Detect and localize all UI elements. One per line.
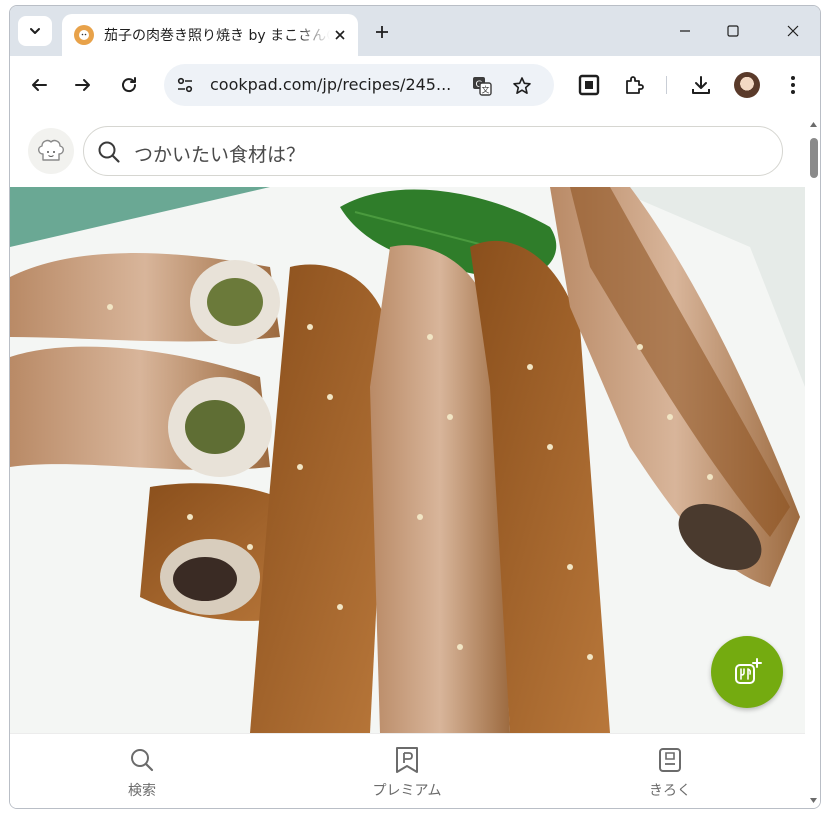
- download-icon[interactable]: [688, 72, 714, 98]
- tab-title: 茄子の肉巻き照り焼き by まこさん😊: [104, 28, 330, 44]
- page-content: つかいたい食材は？ 検索 プレミアム きろく: [10, 114, 805, 808]
- back-button[interactable]: [24, 70, 54, 100]
- site-header: つかいたい食材は？: [10, 114, 805, 186]
- add-recipe-button[interactable]: [711, 636, 783, 708]
- page-scrollbar[interactable]: [806, 114, 820, 808]
- chevron-down-icon: [30, 28, 40, 34]
- tab-active[interactable]: 茄子の肉巻き照り焼き by まこさん😊: [62, 14, 358, 56]
- scroll-up-icon[interactable]: [809, 120, 818, 129]
- nav-item-premium[interactable]: プレミアム: [347, 746, 467, 802]
- window-close-button[interactable]: [782, 20, 804, 42]
- url-text: cookpad.com/jp/recipes/245...: [210, 75, 452, 94]
- qr-code-icon[interactable]: [576, 72, 602, 98]
- search-input[interactable]: つかいたい食材は？: [83, 126, 783, 176]
- more-menu-icon[interactable]: [780, 72, 806, 98]
- close-icon: [787, 25, 799, 37]
- bottom-navigation: 検索 プレミアム きろく: [10, 733, 805, 808]
- reload-button[interactable]: [114, 70, 144, 100]
- search-placeholder: つかいたい食材は？: [134, 144, 306, 166]
- record-icon: [656, 746, 684, 774]
- translate-icon[interactable]: G文: [470, 74, 494, 98]
- search-icon: [128, 746, 156, 774]
- nav-item-record[interactable]: きろく: [610, 746, 730, 802]
- cookpad-logo[interactable]: [28, 128, 74, 174]
- chef-hat-icon: [38, 139, 64, 161]
- tab-close-icon[interactable]: [330, 25, 350, 45]
- premium-icon: [393, 746, 421, 774]
- scroll-down-icon[interactable]: [809, 796, 818, 805]
- maximize-icon: [727, 25, 739, 37]
- address-bar[interactable]: cookpad.com/jp/recipes/245... G文: [164, 64, 554, 106]
- recipe-photo[interactable]: [10, 187, 805, 733]
- minimize-icon: [680, 30, 690, 32]
- nav-label-search: 検索: [128, 783, 156, 799]
- nav-item-search[interactable]: 検索: [82, 746, 202, 802]
- toolbar-divider: [666, 76, 667, 94]
- forward-arrow-icon: [75, 79, 90, 91]
- tab-strip: 茄子の肉巻き照り焼き by まこさん😊: [10, 6, 820, 56]
- forward-button[interactable]: [68, 70, 98, 100]
- star-icon[interactable]: [510, 74, 534, 98]
- svg-text:文: 文: [482, 85, 490, 95]
- nav-label-record: きろく: [649, 783, 691, 799]
- plus-icon: [376, 26, 388, 38]
- reload-icon: [122, 77, 137, 93]
- recipe-photo-illustration: [10, 187, 805, 733]
- maximize-button[interactable]: [722, 20, 744, 42]
- minimize-button[interactable]: [674, 20, 696, 42]
- scrollbar-thumb[interactable]: [810, 138, 818, 178]
- back-arrow-icon: [32, 79, 47, 91]
- new-tab-button[interactable]: [370, 20, 394, 44]
- site-info-icon[interactable]: [174, 74, 196, 96]
- nav-label-premium: プレミアム: [372, 783, 442, 799]
- tab-search-button[interactable]: [18, 16, 52, 46]
- search-icon: [96, 139, 122, 165]
- extensions-icon[interactable]: [621, 72, 647, 98]
- add-recipe-icon: [735, 658, 762, 684]
- cookpad-favicon: [74, 25, 94, 45]
- profile-avatar[interactable]: [734, 72, 760, 98]
- browser-window: 茄子の肉巻き照り焼き by まこさん😊 cookpad.com/jp/recip…: [9, 5, 821, 809]
- browser-toolbar: cookpad.com/jp/recipes/245... G文: [10, 56, 820, 114]
